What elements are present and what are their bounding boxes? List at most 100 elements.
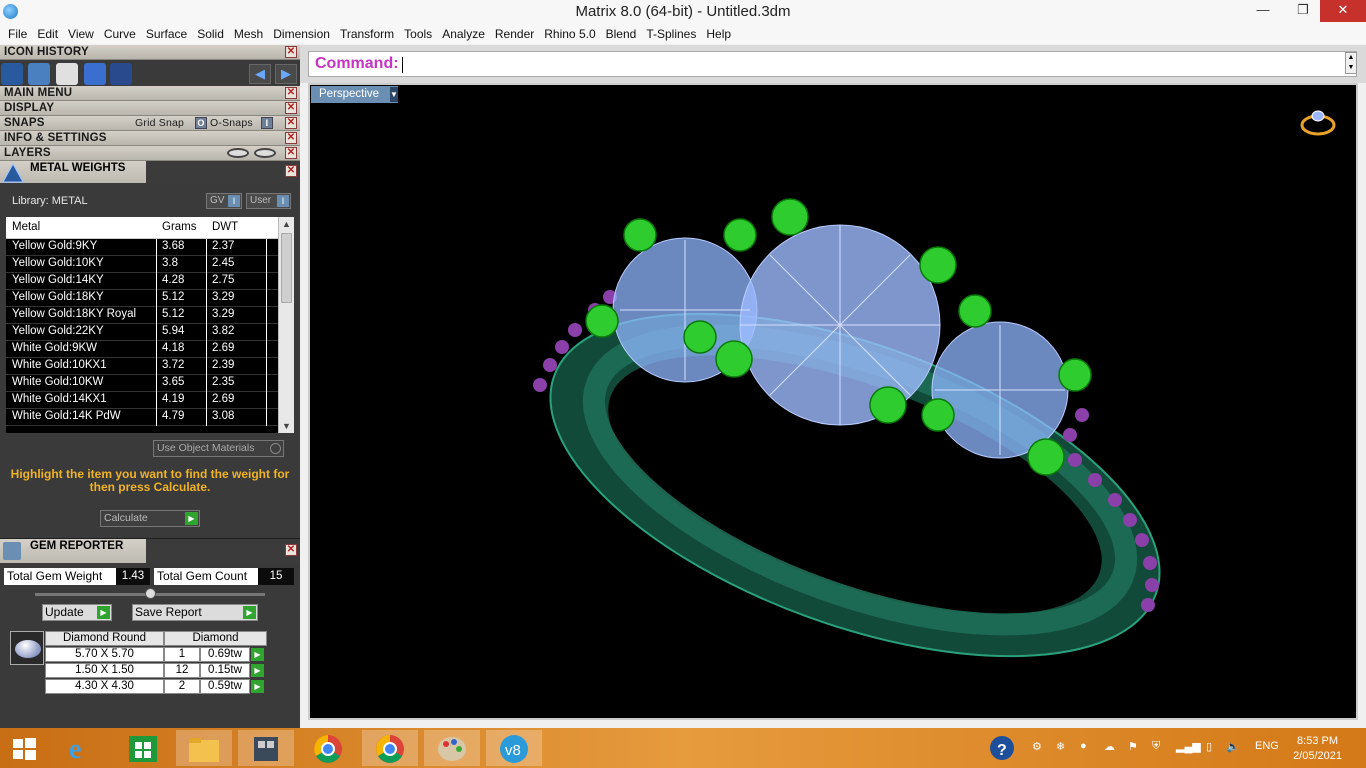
shield-tray-icon[interactable]: ⛨: [1152, 740, 1160, 753]
store-taskbar-icon[interactable]: [115, 730, 171, 766]
menu-curve[interactable]: Curve: [100, 27, 142, 41]
metal-weights-tab[interactable]: METAL WEIGHTS: [0, 161, 146, 183]
table-row[interactable]: White Gold:9KW 4.18 2.69: [6, 341, 278, 358]
table-row[interactable]: [6, 426, 278, 433]
menu-file[interactable]: File: [4, 27, 33, 41]
info-settings-close-button[interactable]: ✕: [285, 132, 297, 144]
network-tray-icon[interactable]: ⚙: [1032, 740, 1042, 753]
table-row[interactable]: Yellow Gold:22KY 5.94 3.82: [6, 324, 278, 341]
menu-render[interactable]: Render: [491, 27, 540, 41]
menu-rhino[interactable]: Rhino 5.0: [540, 27, 601, 41]
layer-show-icon[interactable]: [254, 148, 276, 158]
layers-header[interactable]: LAYERS ✕: [0, 146, 300, 161]
metal-weights-close-button[interactable]: ✕: [285, 165, 297, 177]
menu-blend[interactable]: Blend: [602, 27, 643, 41]
save-report-button[interactable]: Save Report ▶: [132, 604, 258, 621]
use-object-materials-toggle[interactable]: Use Object Materials: [153, 440, 284, 457]
menu-edit[interactable]: Edit: [33, 27, 64, 41]
col-dwt[interactable]: DWT: [212, 221, 238, 233]
history-back-icon[interactable]: ◀: [249, 64, 271, 84]
tool-history-icon-2[interactable]: [56, 63, 78, 85]
info-settings-header[interactable]: INFO & SETTINGS ✕: [0, 131, 300, 146]
col-metal[interactable]: Metal: [12, 221, 40, 233]
o-snaps-toggle[interactable]: I: [261, 117, 273, 129]
language-indicator[interactable]: ENG: [1255, 740, 1279, 752]
command-input[interactable]: Command:: [308, 51, 1357, 77]
snowflake-tray-icon[interactable]: ❄: [1056, 740, 1065, 753]
gem-reporter-splitter[interactable]: [35, 588, 265, 599]
table-row[interactable]: Yellow Gold:10KY 3.8 2.45: [6, 256, 278, 273]
table-row[interactable]: White Gold:14KX1 4.19 2.69: [6, 392, 278, 409]
flag-tray-icon[interactable]: ⚑: [1128, 740, 1138, 753]
menu-help[interactable]: Help: [702, 27, 737, 41]
table-row[interactable]: White Gold:10KW 3.65 2.35: [6, 375, 278, 392]
explorer-taskbar-icon[interactable]: [176, 730, 232, 766]
start-button[interactable]: [0, 730, 48, 766]
gv-toggle[interactable]: GV I: [206, 193, 242, 209]
matrix-logo-icon[interactable]: [1, 63, 23, 85]
snaps-header[interactable]: SNAPS Grid Snap O O-Snaps I ✕: [0, 116, 300, 131]
scroll-up-icon[interactable]: ▲: [279, 217, 294, 231]
table-row[interactable]: Yellow Gold:18KY 5.12 3.29: [6, 290, 278, 307]
close-button[interactable]: ✕: [1320, 0, 1366, 22]
history-forward-icon[interactable]: ▶: [275, 64, 297, 84]
rhino-taskbar-icon[interactable]: v8: [486, 730, 542, 766]
menu-view[interactable]: View: [64, 27, 100, 41]
gem-row-select-icon[interactable]: ▶: [251, 680, 264, 693]
gem-row-select-icon[interactable]: ▶: [251, 648, 264, 661]
table-row[interactable]: Yellow Gold:18KY Royal 5.12 3.29: [6, 307, 278, 324]
matrix-taskbar-icon[interactable]: [238, 730, 294, 766]
calculate-button[interactable]: Calculate ▶: [100, 510, 200, 527]
gem-reporter-tab[interactable]: GEM REPORTER: [0, 539, 146, 563]
display-close-button[interactable]: ✕: [285, 102, 297, 114]
gem-reporter-close-button[interactable]: ✕: [285, 544, 297, 556]
menu-transform[interactable]: Transform: [336, 27, 400, 41]
main-menu-header[interactable]: MAIN MENU ✕: [0, 86, 300, 101]
table-row[interactable]: Yellow Gold:14KY 4.28 2.75: [6, 273, 278, 290]
minimize-button[interactable]: —: [1240, 0, 1286, 22]
cloud-tray-icon[interactable]: ☁: [1104, 740, 1115, 753]
command-history-spinner[interactable]: ▲ ▼: [1345, 52, 1357, 74]
navigation-ring-icon[interactable]: [1300, 110, 1336, 136]
layer-hide-icon[interactable]: [227, 148, 249, 158]
help-tray-icon[interactable]: ?: [988, 734, 1018, 762]
table-row[interactable]: Yellow Gold:9KY 3.68 2.37: [6, 239, 278, 256]
chrome-taskbar-icon[interactable]: [300, 730, 356, 766]
icon-history-close-button[interactable]: ✕: [285, 46, 297, 58]
layers-close-button[interactable]: ✕: [285, 147, 297, 159]
metal-table-scrollbar[interactable]: ▲ ▼: [278, 217, 294, 433]
scroll-thumb[interactable]: [281, 233, 292, 303]
tool-history-icon-1[interactable]: [28, 63, 50, 85]
snaps-close-button[interactable]: ✕: [285, 117, 297, 129]
menu-dimension[interactable]: Dimension: [269, 27, 336, 41]
menu-tools[interactable]: Tools: [400, 27, 438, 41]
beats-tray-icon[interactable]: ●: [1080, 740, 1087, 752]
perspective-viewport[interactable]: Perspective ▼: [308, 83, 1358, 720]
tool-history-icon-4[interactable]: [110, 63, 132, 85]
paint-taskbar-icon[interactable]: [424, 730, 480, 766]
table-row[interactable]: White Gold:14K PdW 4.79 3.08: [6, 409, 278, 426]
menu-tsplines[interactable]: T-Splines: [642, 27, 702, 41]
menu-solid[interactable]: Solid: [193, 27, 230, 41]
chrome-second-taskbar-icon[interactable]: [362, 730, 418, 766]
wifi-tray-icon[interactable]: ▂▄▆: [1176, 740, 1201, 753]
menu-surface[interactable]: Surface: [142, 27, 193, 41]
ie-taskbar-icon[interactable]: e: [55, 730, 111, 766]
maximize-button[interactable]: ❐: [1286, 0, 1320, 22]
menu-mesh[interactable]: Mesh: [230, 27, 269, 41]
col-grams[interactable]: Grams: [162, 221, 197, 233]
gem-row-select-icon[interactable]: ▶: [251, 664, 264, 677]
user-toggle[interactable]: User I: [246, 193, 291, 209]
scroll-down-icon[interactable]: ▼: [279, 419, 294, 433]
volume-tray-icon[interactable]: 🔈: [1226, 740, 1240, 753]
display-header[interactable]: DISPLAY ✕: [0, 101, 300, 116]
splitter-handle[interactable]: [145, 588, 156, 599]
menu-analyze[interactable]: Analyze: [438, 27, 491, 41]
icon-history-header[interactable]: ICON HISTORY ✕: [0, 45, 300, 60]
update-button[interactable]: Update ▶: [42, 604, 112, 621]
battery-tray-icon[interactable]: ▯: [1206, 740, 1212, 753]
grid-snap-toggle[interactable]: O: [195, 117, 207, 129]
table-row[interactable]: White Gold:10KX1 3.72 2.39: [6, 358, 278, 375]
main-menu-close-button[interactable]: ✕: [285, 87, 297, 99]
tool-history-icon-3[interactable]: [84, 63, 106, 85]
